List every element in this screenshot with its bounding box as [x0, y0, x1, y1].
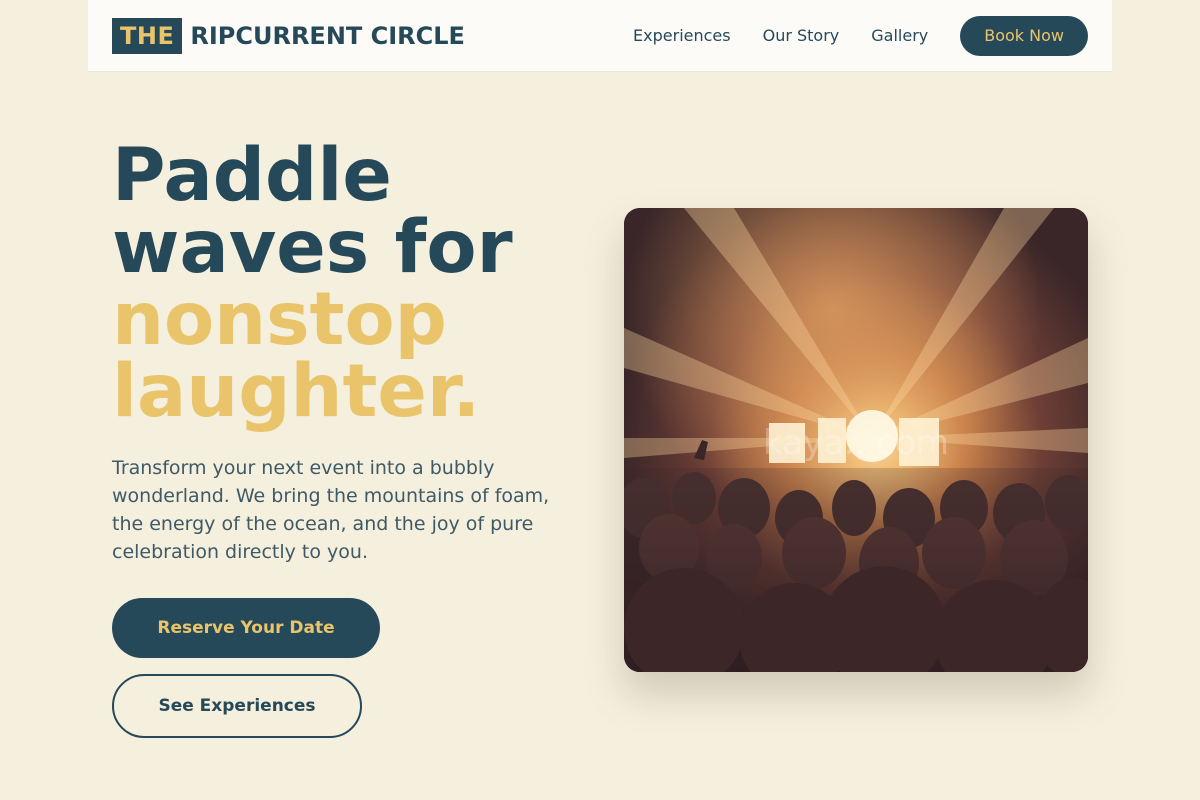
brand-logo[interactable]: THE RIPCURRENT CIRCLE [112, 17, 465, 54]
site-header: THE RIPCURRENT CIRCLE Experiences Our St… [88, 0, 1112, 72]
hero-title-line-2: waves for [112, 205, 513, 290]
hero-title: Paddle waves for nonstop laughter. [112, 133, 513, 434]
hero-description: Transform your next event into a bubbly … [112, 457, 550, 563]
image-watermark: kaya...com [763, 423, 949, 463]
brand-name: RIPCURRENT CIRCLE [190, 21, 465, 50]
hero-title-line-1: Paddle [112, 133, 392, 218]
hero-concert-photo: kaya...com [624, 208, 1088, 672]
brand-box: THE [112, 17, 183, 54]
nav-link-gallery[interactable]: Gallery [871, 26, 928, 45]
concert-crowd-image: kaya...com [624, 208, 1088, 672]
see-experiences-button[interactable]: See Experiences [112, 674, 362, 738]
reserve-date-button[interactable]: Reserve Your Date [112, 598, 380, 658]
nav-link-our-story[interactable]: Our Story [763, 26, 840, 45]
book-now-button[interactable]: Book Now [960, 15, 1088, 56]
main-nav: Experiences Our Story Gallery Book Now [633, 15, 1088, 56]
hero-title-accent-2: laughter. [112, 349, 481, 434]
hero-title-accent-1: nonstop [112, 277, 447, 362]
nav-link-experiences[interactable]: Experiences [633, 26, 731, 45]
